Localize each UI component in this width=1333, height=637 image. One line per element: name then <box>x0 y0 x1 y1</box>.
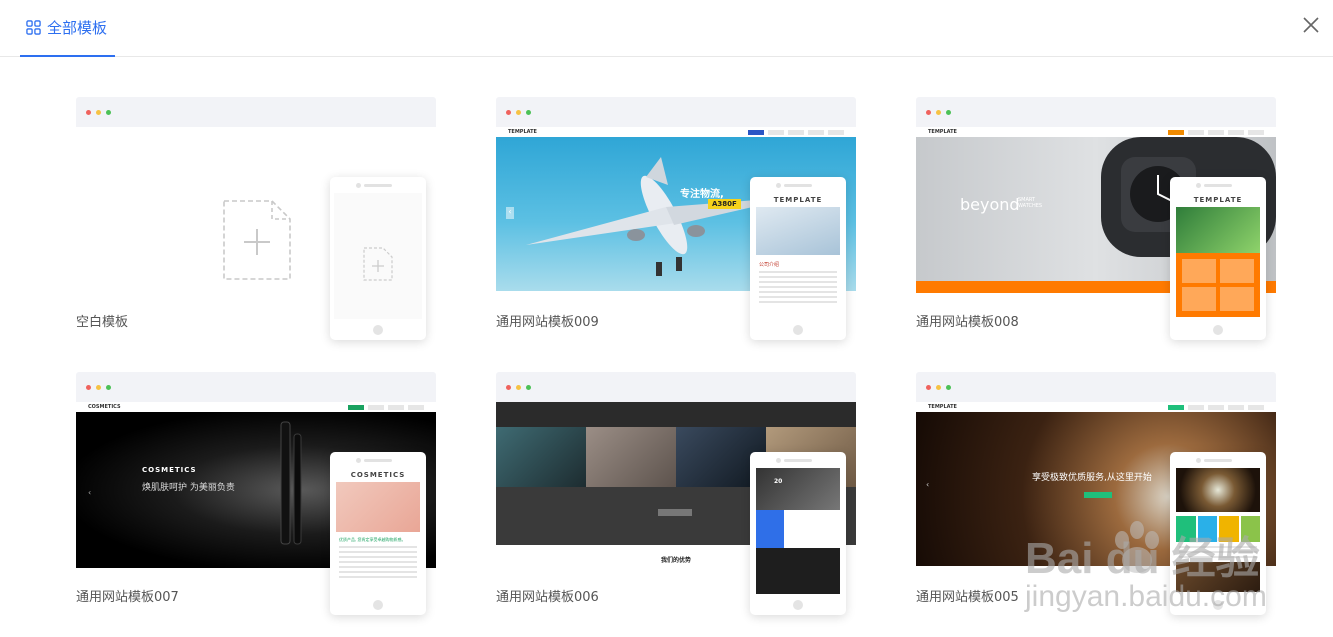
tab-all-templates[interactable]: 全部模板 <box>20 0 115 57</box>
dialog-header: 全部模板 <box>0 0 1333 57</box>
template-card-005[interactable]: TEMPLATE 享受极致优质服务,从这里开始 ‹ 通用网站模板005 <box>916 372 1276 615</box>
blank-file-small-icon <box>363 247 393 281</box>
prev-slide-icon: ‹ <box>506 207 514 219</box>
mobile-preview <box>330 177 426 340</box>
template-card-008[interactable]: TEMPLATE beyond SMART WATCHES 通用网站模板008 … <box>916 97 1276 340</box>
mobile-preview: COSMETICS 优质产品, 您肯定享受卓越购物质感。 <box>330 452 426 615</box>
prev-slide-icon: ‹ <box>926 480 930 489</box>
mobile-preview <box>1170 452 1266 615</box>
template-label: 通用网站模板009 <box>496 315 599 330</box>
template-card-006[interactable]: 我们的优势 通用网站模板006 20 <box>496 372 856 615</box>
template-label: 通用网站模板007 <box>76 590 179 605</box>
blank-file-icon <box>223 200 291 280</box>
browser-bar <box>916 372 1276 402</box>
template-label: 通用网站模板008 <box>916 315 1019 330</box>
browser-bar <box>496 372 856 402</box>
template-card-blank[interactable]: 空白模板 <box>76 97 436 340</box>
template-label: 通用网站模板006 <box>496 590 599 605</box>
browser-bar <box>76 372 436 402</box>
mobile-preview: TEMPLATE 公司介绍 <box>750 177 846 340</box>
tab-label: 全部模板 <box>47 19 108 37</box>
template-card-007[interactable]: COSMETICS COSMETICS 焕肌肤呵护 为美丽负责 ‹ 通用网站模板… <box>76 372 436 615</box>
mobile-preview: TEMPLATE <box>1170 177 1266 340</box>
browser-bar <box>76 97 436 127</box>
browser-bar <box>496 97 856 127</box>
close-icon[interactable] <box>1299 13 1323 37</box>
prev-slide-icon: ‹ <box>88 488 92 497</box>
template-label: 空白模板 <box>76 315 129 330</box>
template-card-009[interactable]: TEMPLATE 专注物流, A380F ‹ 通用网站模板009 TEMPLAT… <box>496 97 856 340</box>
browser-bar <box>916 97 1276 127</box>
template-label: 通用网站模板005 <box>916 590 1019 605</box>
grid-icon <box>26 20 41 35</box>
mobile-preview: 20 <box>750 452 846 615</box>
